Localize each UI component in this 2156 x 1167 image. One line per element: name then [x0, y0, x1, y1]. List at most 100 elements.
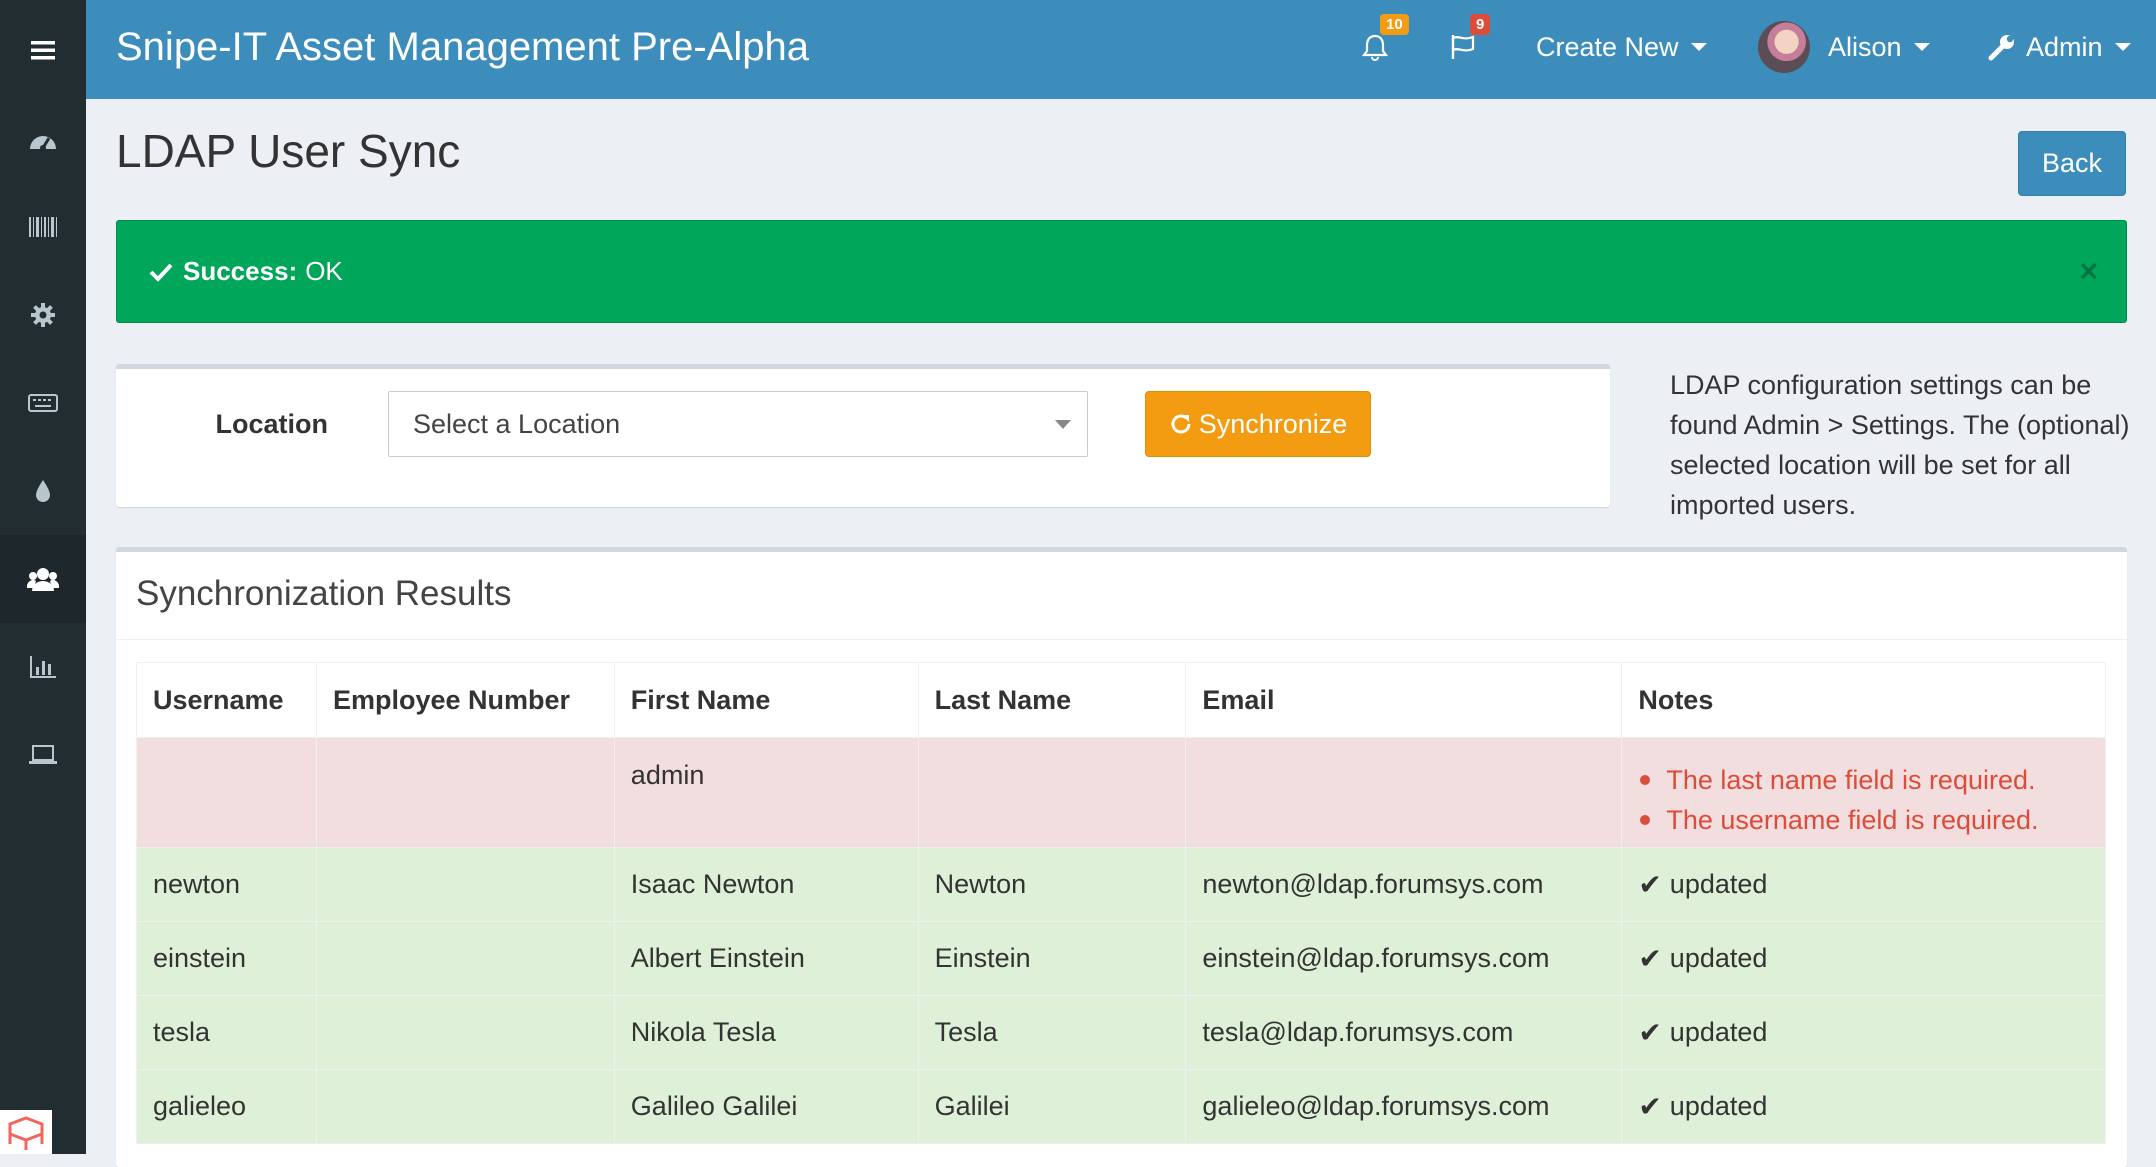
cell-email: tesla@ldap.forumsys.com [1185, 995, 1623, 1070]
wrench-icon [1988, 35, 2014, 61]
requests-menu[interactable]: 9 [1438, 0, 1491, 94]
synchronize-label: Synchronize [1198, 408, 1348, 439]
laravel-logo [0, 1110, 52, 1154]
cell-last-name: Newton [917, 847, 1187, 922]
laptop-icon [29, 745, 57, 764]
cell-employee-number [315, 921, 615, 996]
cell-username: newton [136, 847, 317, 922]
cell-email: einstein@ldap.forumsys.com [1185, 921, 1623, 996]
logo-icon [8, 1116, 44, 1150]
alert-message: OK [305, 256, 343, 286]
cell-email [1185, 737, 1623, 848]
column-header-username[interactable]: Username [136, 662, 317, 738]
check-icon: ✔ [1638, 1017, 1662, 1048]
ldap-help-text: LDAP configuration settings can be found… [1670, 370, 2130, 520]
results-title: Synchronization Results [136, 574, 512, 613]
sidebar-item-accessories[interactable] [0, 359, 86, 447]
sidebar-item-reports[interactable] [0, 623, 86, 711]
sidebar-item-assets[interactable] [0, 183, 86, 271]
cell-employee-number [315, 995, 615, 1070]
alerts-menu[interactable]: 10 [1350, 0, 1409, 94]
error-item: The last name field is required. [1638, 760, 2089, 800]
cell-last-name: Tesla [917, 995, 1187, 1070]
synchronize-button[interactable]: Synchronize [1145, 391, 1371, 457]
gear-icon [31, 303, 55, 327]
table-row: admin The last name field is required. T… [136, 737, 2106, 848]
column-header-first-name[interactable]: First Name [613, 662, 919, 738]
table-row: newton Isaac Newton Newton newton@ldap.f… [136, 847, 2106, 922]
dashboard-icon [30, 136, 56, 151]
requests-count-badge: 9 [1470, 14, 1491, 35]
cell-employee-number [315, 847, 615, 922]
cell-notes: ✔ updated [1621, 1069, 2106, 1144]
sidebar-item-dashboard[interactable] [0, 97, 86, 185]
keyboard-icon [28, 394, 58, 412]
chevron-down-icon [2114, 43, 2131, 51]
cell-first-name: Galileo Galilei [613, 1069, 919, 1144]
error-item: The username field is required. [1638, 800, 2089, 840]
dropdown-arrow-icon [1055, 420, 1071, 429]
cell-last-name: Einstein [917, 921, 1187, 996]
create-new-label: Create New [1536, 31, 1679, 62]
cell-email: newton@ldap.forumsys.com [1185, 847, 1623, 922]
barcode-icon [29, 217, 57, 237]
sync-form-box: Location Select a Location Synchronize [116, 364, 1610, 507]
cell-last-name: Galilei [917, 1069, 1187, 1144]
error-list: The last name field is required. The use… [1638, 760, 2089, 840]
back-button[interactable]: Back [2018, 131, 2126, 196]
cell-last-name [917, 737, 1187, 848]
table-row: tesla Nikola Tesla Tesla tesla@ldap.foru… [136, 995, 2106, 1070]
note-text: updated [1669, 869, 1768, 899]
cell-notes: ✔ updated [1621, 847, 2106, 922]
admin-menu-dropdown[interactable]: Admin [1988, 0, 2131, 94]
cell-username: tesla [136, 995, 317, 1070]
cell-email: galieleo@ldap.forumsys.com [1185, 1069, 1623, 1144]
hamburger-icon [31, 40, 55, 59]
success-alert: Success: OK × [116, 220, 2127, 323]
chevron-down-icon [1913, 43, 1930, 51]
results-box: Synchronization Results Username Employe… [116, 547, 2127, 1167]
table-row: einstein Albert Einstein Einstein einste… [136, 921, 2106, 996]
user-name: Alison [1828, 31, 1902, 62]
alerts-count-badge: 10 [1380, 14, 1409, 35]
menu-toggle-button[interactable] [0, 0, 86, 99]
column-header-last-name[interactable]: Last Name [917, 662, 1187, 738]
bell-icon [1362, 34, 1388, 61]
tint-icon [36, 480, 50, 502]
page-title: LDAP User Sync [116, 125, 461, 177]
cell-username: einstein [136, 921, 317, 996]
location-select[interactable]: Select a Location [388, 391, 1088, 457]
cell-username: galieleo [136, 1069, 317, 1144]
cell-first-name: Nikola Tesla [613, 995, 919, 1070]
cell-notes: The last name field is required. The use… [1621, 737, 2106, 848]
location-label: Location [215, 409, 329, 439]
cell-first-name: admin [613, 737, 919, 848]
close-icon[interactable]: × [2079, 253, 2098, 290]
sidebar [0, 0, 86, 1154]
refresh-icon [1171, 414, 1191, 434]
sidebar-item-users[interactable] [0, 535, 86, 623]
admin-label: Admin [2026, 31, 2103, 62]
column-header-email[interactable]: Email [1185, 662, 1623, 738]
cell-first-name: Albert Einstein [613, 921, 919, 996]
user-menu-dropdown[interactable]: Alison [1758, 0, 1930, 94]
cell-notes: ✔ updated [1621, 921, 2106, 996]
check-icon: ✔ [1638, 943, 1662, 974]
table-row: galieleo Galileo Galilei Galilei galiele… [136, 1069, 2106, 1144]
column-header-employee-number[interactable]: Employee Number [315, 662, 615, 738]
sidebar-item-licenses[interactable] [0, 711, 86, 799]
app-brand-title[interactable]: Snipe-IT Asset Management Pre-Alpha [116, 0, 809, 94]
users-icon [27, 568, 59, 591]
sidebar-item-components[interactable] [0, 271, 86, 359]
avatar [1758, 21, 1810, 73]
check-icon: ✔ [1638, 869, 1662, 900]
sidebar-item-consumables[interactable] [0, 447, 86, 535]
create-new-dropdown[interactable]: Create New [1536, 0, 1707, 94]
top-navbar: Snipe-IT Asset Management Pre-Alpha 10 9… [86, 0, 2156, 99]
cell-employee-number [315, 1069, 615, 1144]
note-text: updated [1669, 943, 1768, 973]
chevron-down-icon [1690, 43, 1707, 51]
bar-chart-icon [30, 656, 56, 678]
column-header-notes[interactable]: Notes [1621, 662, 2106, 738]
table-header-row: Username Employee Number First Name Last… [136, 662, 2106, 738]
